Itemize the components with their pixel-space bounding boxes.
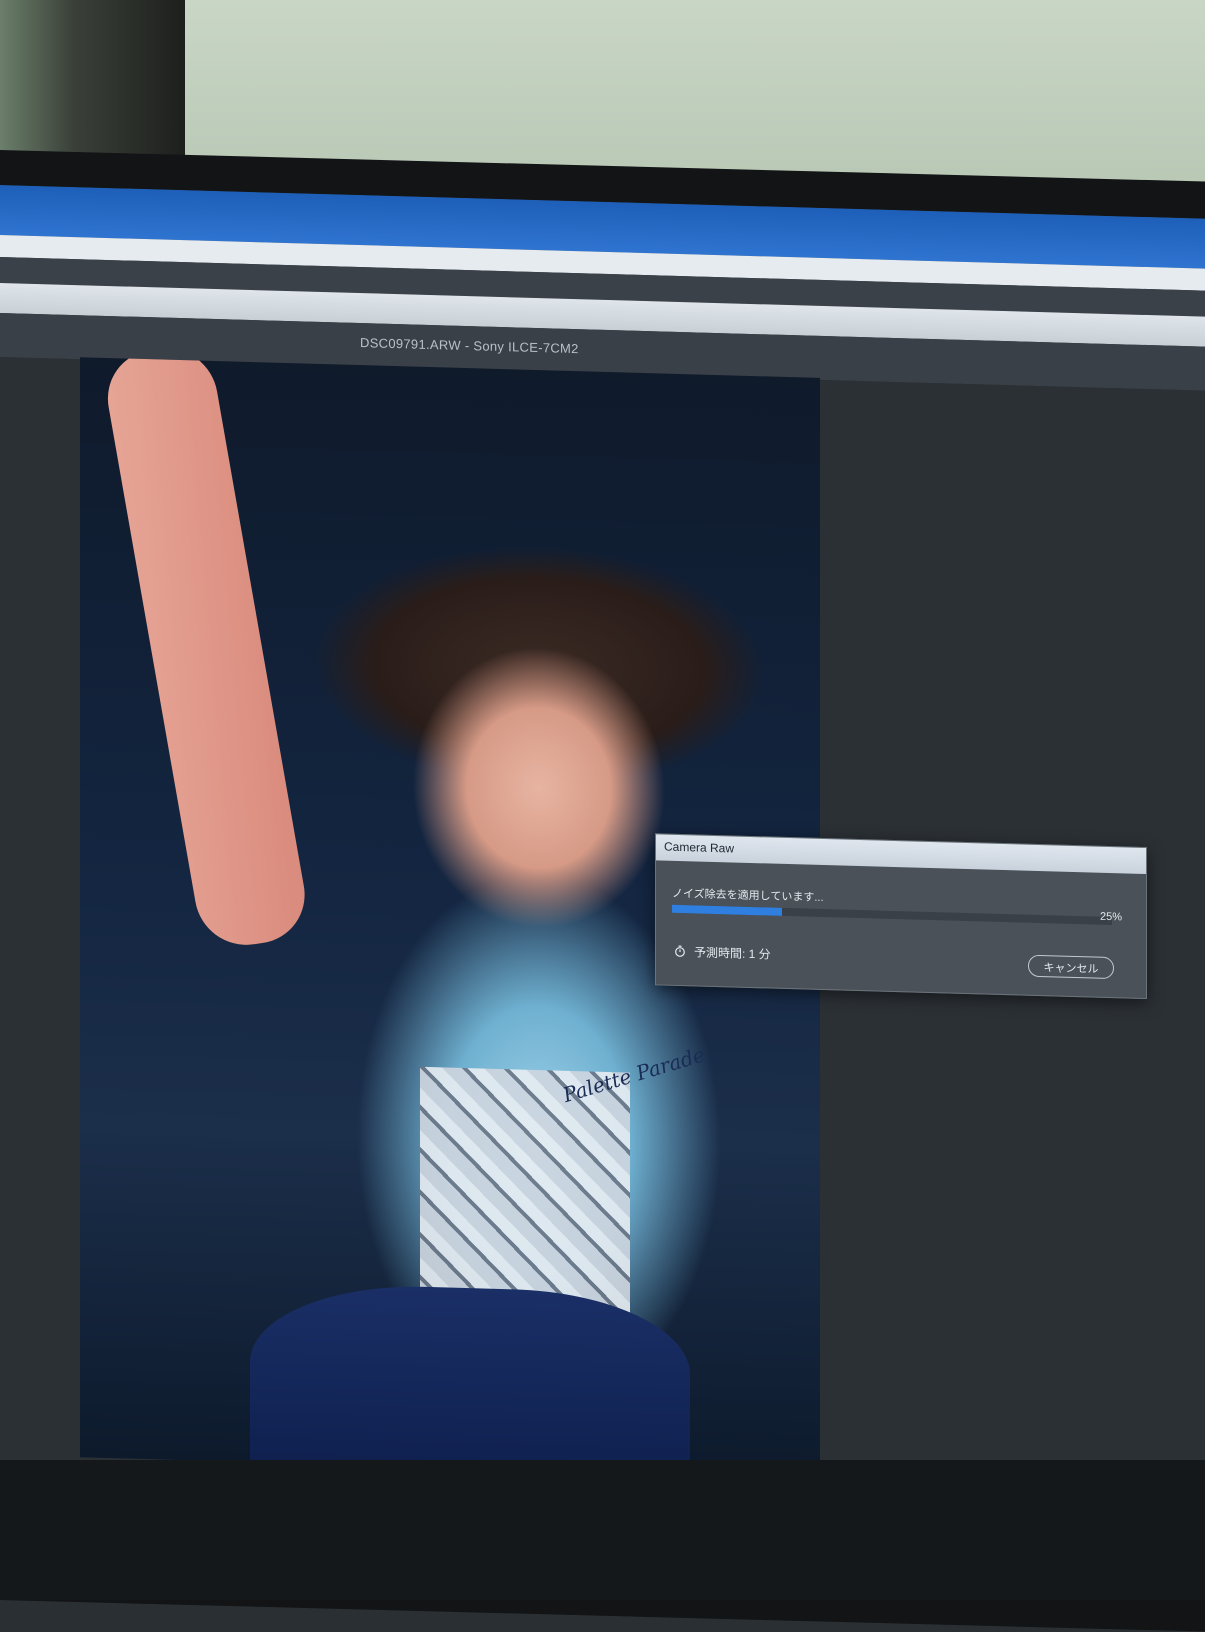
monitor-screen: DSC09791.ARW - Sony ILCE-7CM2 Palette Pa… (0, 185, 1205, 1539)
photo-navy-skirt (250, 1282, 690, 1478)
stopwatch-icon (674, 945, 686, 957)
room-window-frame (0, 0, 185, 170)
dialog-title: Camera Raw (664, 840, 734, 856)
progress-fill (672, 905, 782, 916)
progress-bar (672, 905, 1112, 925)
photo-raised-arm (100, 357, 313, 951)
monitor-bottom-bezel (0, 1460, 1205, 1600)
estimated-time: 予測時間: 1 分 (694, 943, 771, 962)
window-title: DSC09791.ARW - Sony ILCE-7CM2 (360, 335, 579, 356)
status-text: ノイズ除去を適用しています... (672, 885, 824, 905)
progress-percent: 25% (1100, 911, 1122, 924)
camera-raw-progress-dialog: Camera Raw ノイズ除去を適用しています... 25% 予測時間: 1 … (655, 833, 1147, 999)
cancel-button[interactable]: キャンセル (1028, 955, 1114, 979)
